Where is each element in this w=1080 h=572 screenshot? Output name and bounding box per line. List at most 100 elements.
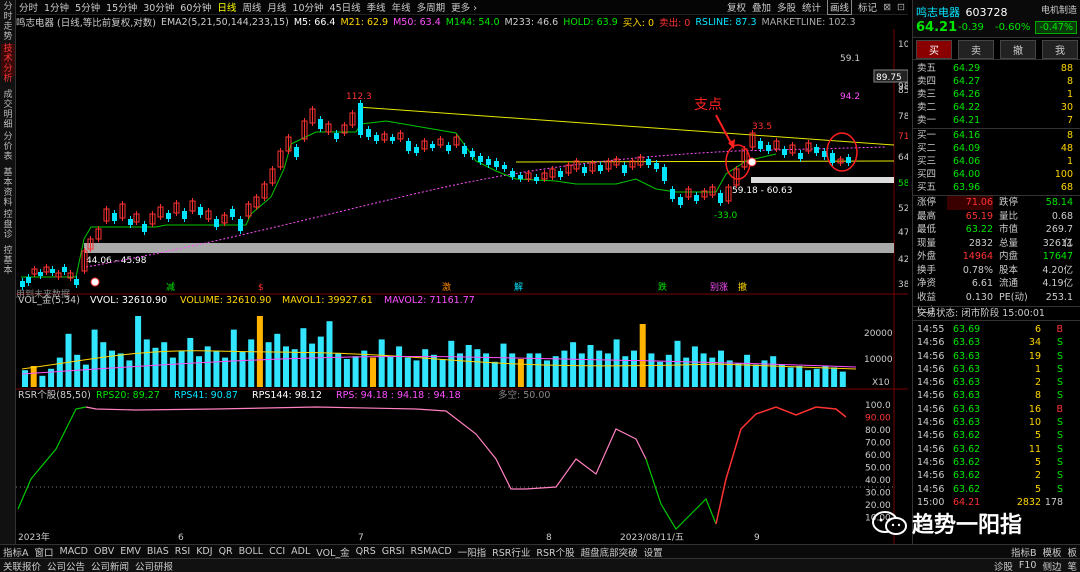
indicator-tab-11[interactable]: ADL [288, 546, 313, 557]
indicator-tab-17[interactable]: RSR行业 [489, 545, 533, 559]
period-tab-14[interactable]: 更多 › [451, 0, 477, 14]
volume-bar-68 [613, 339, 620, 387]
left-tab-1[interactable]: 技术分析 [1, 44, 15, 84]
stat-label: PE(动) [999, 291, 1028, 303]
indicator-tab-8[interactable]: QR [216, 546, 236, 557]
period-tab-1[interactable]: 1分钟 [44, 0, 69, 14]
indicator-tab-19[interactable]: 超盘底部突破 [578, 545, 641, 559]
indicator-tab-4[interactable]: EMV [117, 546, 144, 557]
left-tab-0[interactable]: 分时走势 [1, 2, 15, 42]
hold-line [21, 120, 777, 278]
period-tab-2[interactable]: 5分钟 [75, 0, 100, 14]
left-tab-5[interactable]: 控盘诊 [1, 210, 15, 240]
indicator-tab-20[interactable]: 设置 [641, 545, 666, 559]
left-tab-2[interactable]: 成交明细 [1, 90, 15, 130]
candle-9 [74, 279, 79, 285]
period-tab-8[interactable]: 月线 [267, 0, 286, 14]
chart-area[interactable]: VOL_金(5,34) VVOL: 32610.90 VOLUME: 32610.9… [16, 29, 908, 544]
period-tab-7[interactable]: 周线 [242, 0, 261, 14]
trade-button-3[interactable]: 我 [1042, 40, 1078, 59]
bid-price: 64.09 [953, 143, 981, 154]
tool-button-2[interactable]: 多股 [777, 0, 796, 14]
indicator-tab-16[interactable]: 一阳指 [455, 545, 490, 559]
candle-29 [230, 209, 235, 217]
indicator-tab-2[interactable]: MACD [57, 546, 91, 557]
period-tab-6[interactable]: 日线 [217, 0, 236, 14]
indicator-tab-9[interactable]: BOLL [236, 546, 266, 557]
price-change-pct: -0.60% [995, 22, 1031, 33]
indicator-tab-7[interactable]: KDJ [193, 546, 215, 557]
status-right-2[interactable]: 侧边 [1039, 559, 1064, 572]
period-tab-9[interactable]: 10分钟 [292, 0, 323, 14]
trade-button-0[interactable]: 买 [916, 40, 952, 59]
indicator-tab-0[interactable]: 指标A [0, 545, 32, 559]
tool-button-3[interactable]: 统计 [802, 0, 821, 14]
left-tab-6[interactable]: 控基本 [1, 246, 15, 276]
left-tab-4[interactable]: 基本资料 [1, 168, 15, 208]
sector-change-badge: -0.47% [1035, 21, 1077, 34]
tool-button-4[interactable]: 画线 [827, 0, 853, 15]
candle-3 [38, 272, 43, 276]
status-link-1[interactable]: 公司公告 [44, 559, 88, 572]
period-tab-3[interactable]: 15分钟 [106, 0, 137, 14]
status-right-1[interactable]: F10 [1016, 560, 1040, 571]
template-tab-0[interactable]: 指标B [1008, 545, 1040, 559]
period-tab-0[interactable]: 分时 [19, 0, 38, 14]
tick-time: 14:56 [917, 430, 945, 442]
status-right-0[interactable]: 诊股 [991, 559, 1016, 572]
trade-button-1[interactable]: 卖 [958, 40, 994, 59]
candle-25 [198, 207, 203, 215]
status-right-3[interactable]: 笔 [1064, 559, 1080, 572]
period-tab-13[interactable]: 多周期 [417, 0, 446, 14]
indicator-tab-15[interactable]: RSMACD [408, 546, 455, 557]
volume-bar-49 [448, 340, 455, 387]
volume-bar-77 [691, 346, 698, 387]
tick-list[interactable]: 14:55 63.69 6 B 14:56 63.63 34 S 14:56 63.63 19 S 14… [913, 323, 1080, 509]
indicator-tab-5[interactable]: BIAS [144, 546, 172, 557]
volume-bar-1 [30, 366, 37, 387]
volume-bar-38 [352, 356, 359, 387]
tick-row-2: 14:56 63.63 19 S [913, 350, 1080, 363]
indicator-tab-10[interactable]: CCI [266, 546, 288, 557]
period-tab-10[interactable]: 45日线 [330, 0, 361, 14]
indicator-tab-3[interactable]: OBV [91, 546, 117, 557]
stat-label: 最低 [917, 224, 937, 235]
tool-button-5[interactable]: 标记 [858, 0, 877, 14]
stat-value: 0.68 [1051, 210, 1073, 222]
window-max-icon[interactable]: ⊡ [897, 2, 905, 13]
indicator-value-5: M144: 54.0 [445, 16, 500, 28]
stat-value: 0.130 [965, 291, 993, 303]
y-tick-3: 85.98 [898, 86, 908, 96]
status-link-3[interactable]: 公司研报 [132, 559, 176, 572]
template-tab-2[interactable]: 板 [1064, 545, 1080, 559]
period-tab-11[interactable]: 季线 [367, 0, 386, 14]
indicator-tab-18[interactable]: RSR个股 [533, 545, 577, 559]
tick-volume: 34 [1028, 337, 1041, 349]
tool-button-1[interactable]: 叠加 [752, 0, 771, 14]
volume-bar-94 [839, 371, 846, 387]
stats-grid: 涨停 71.06 跌停 58.14 最高 65.19 量比 0.68 最低 63.22 市值 269.… [913, 195, 1080, 316]
trade-button-2[interactable]: 撤 [1000, 40, 1036, 59]
period-tab-4[interactable]: 30分钟 [143, 0, 174, 14]
tool-button-0[interactable]: 复权 [727, 0, 746, 14]
status-link-2[interactable]: 公司新闻 [88, 559, 132, 572]
y-tick-4: 78.22 [898, 112, 908, 122]
left-tab-3[interactable]: 分价表 [1, 132, 15, 162]
stat-value: 4.19亿 [1042, 278, 1073, 289]
volume-bar-62 [561, 350, 568, 387]
indicator-tab-12[interactable]: VOL_金 [313, 545, 352, 559]
future-data-note: 用到未来数据 [16, 288, 70, 300]
period-tab-12[interactable]: 年线 [392, 0, 411, 14]
ask-price: 64.29 [953, 63, 981, 74]
status-link-0[interactable]: 关联报价 [0, 559, 44, 572]
stat-value: 58.14 [1045, 197, 1073, 208]
indicator-tab-1[interactable]: 窗口 [32, 545, 57, 559]
indicator-tab-13[interactable]: QRS [353, 546, 379, 557]
period-tab-5[interactable]: 60分钟 [180, 0, 211, 14]
indicator-tab-14[interactable]: GRSI [379, 546, 408, 557]
template-tab-1[interactable]: 模板 [1039, 545, 1064, 559]
window-close-icon[interactable]: ⊠ [883, 2, 891, 13]
ask-label: 卖三 [917, 89, 937, 100]
indicator-tab-6[interactable]: RSI [172, 546, 193, 557]
bid-volume: 68 [1060, 182, 1073, 193]
